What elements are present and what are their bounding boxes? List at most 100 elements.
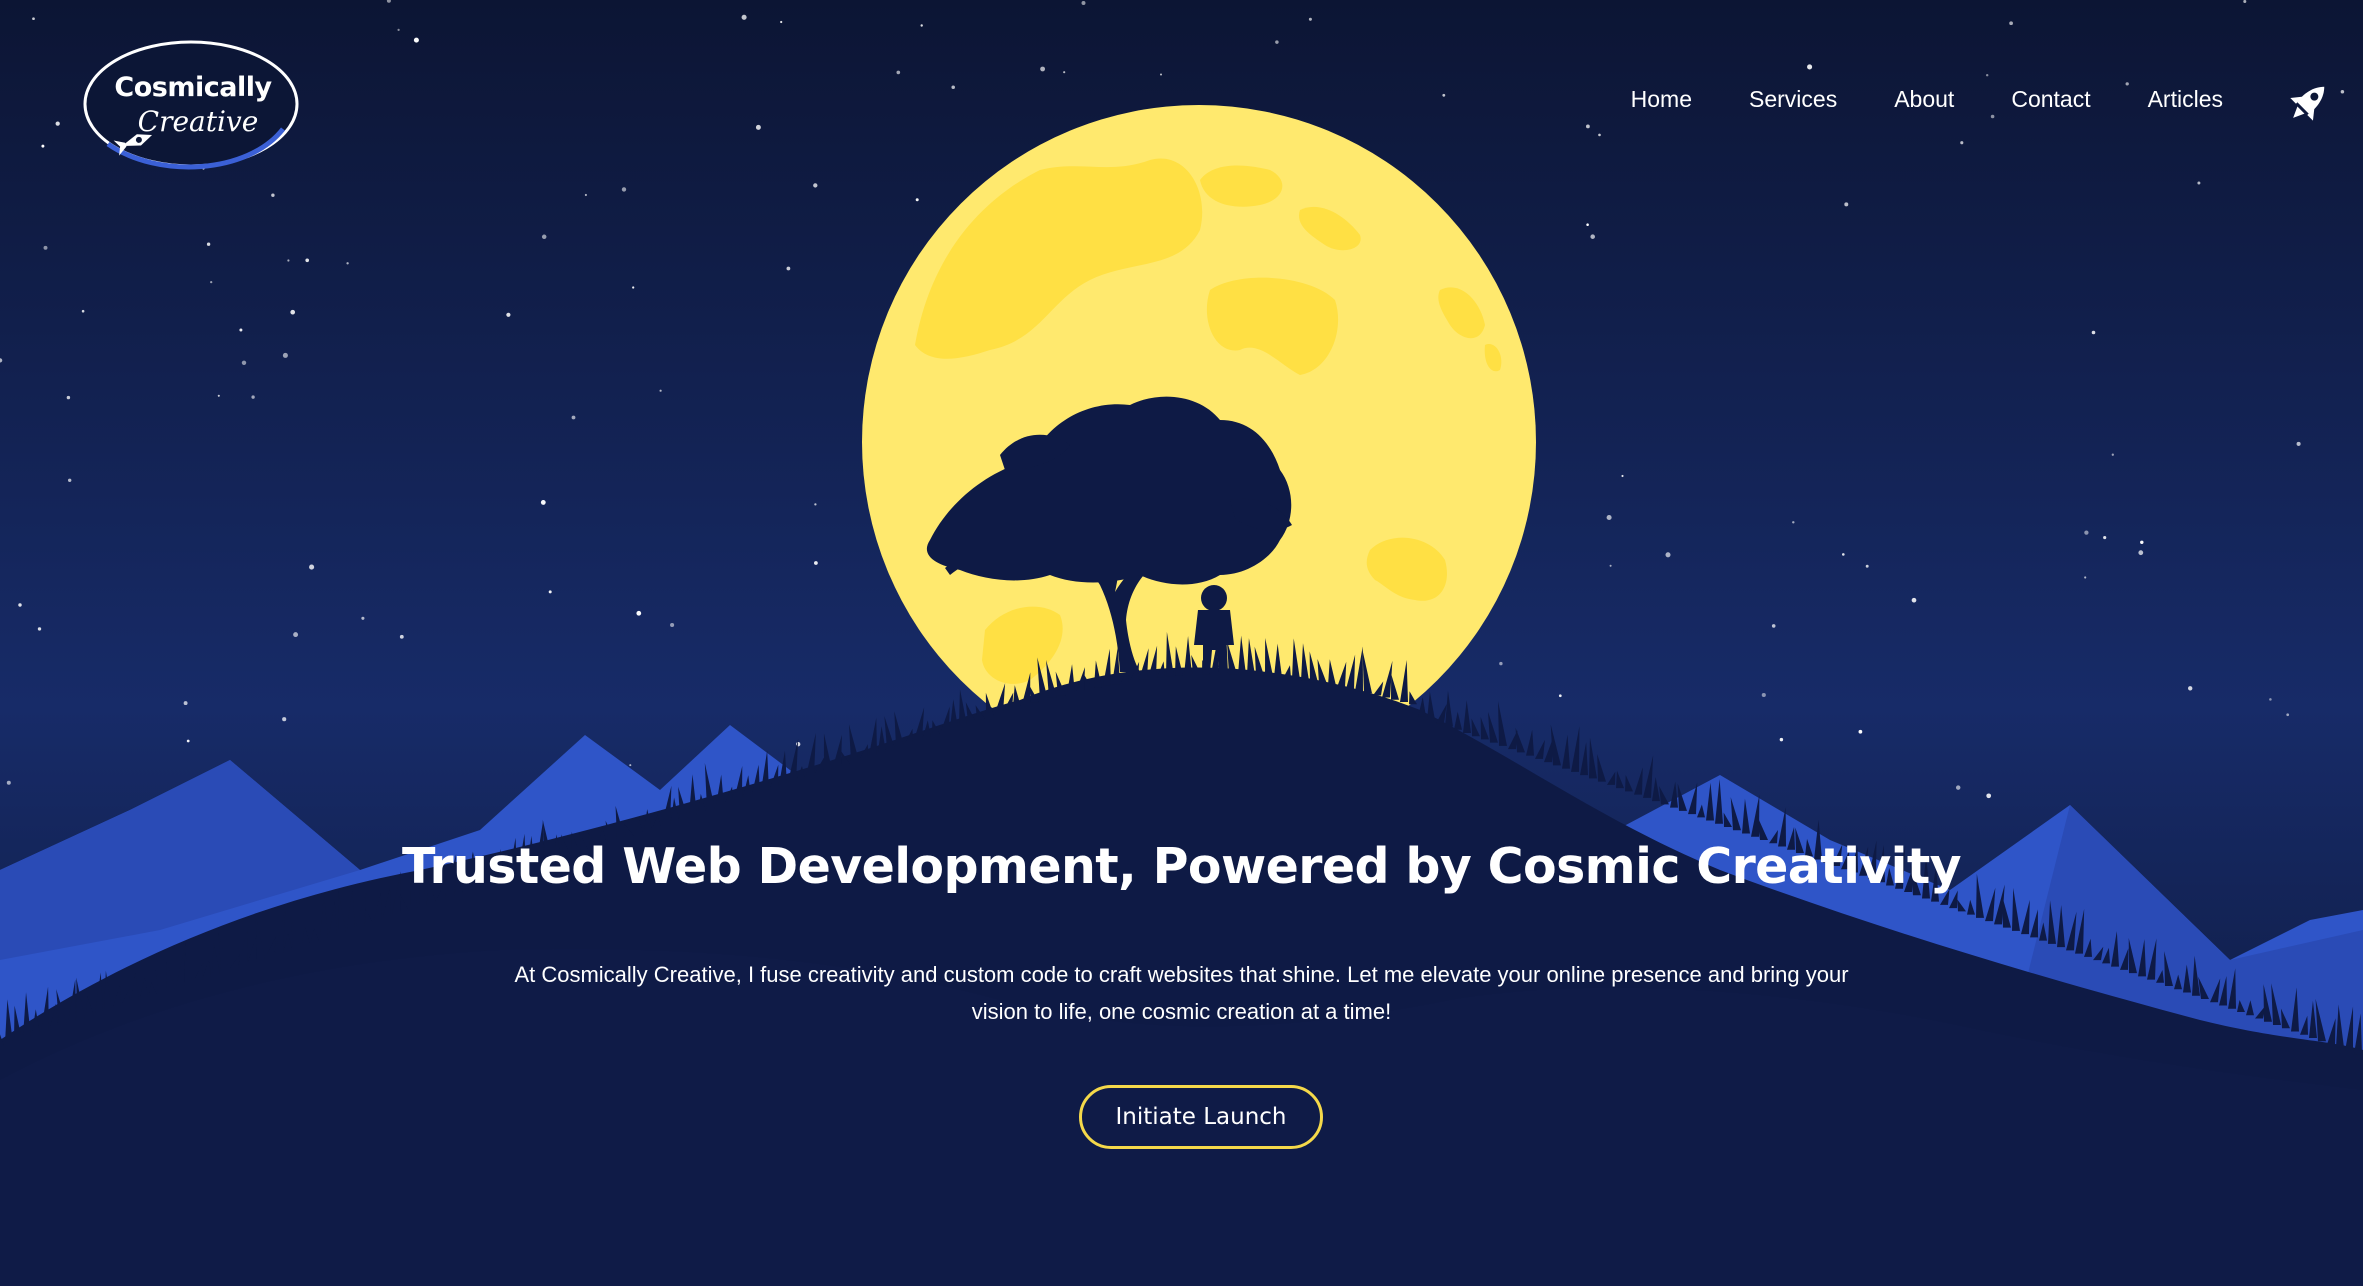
star bbox=[1858, 729, 1863, 734]
star bbox=[1499, 661, 1503, 666]
star bbox=[1442, 93, 1446, 97]
star bbox=[2340, 89, 2345, 94]
star bbox=[2140, 540, 2144, 545]
star bbox=[741, 14, 747, 20]
nav-services[interactable]: Services bbox=[1749, 86, 1837, 114]
star bbox=[780, 20, 783, 24]
star bbox=[37, 627, 42, 631]
star bbox=[251, 395, 255, 399]
nav-about[interactable]: About bbox=[1894, 86, 1954, 114]
main-nav: Home Services About Contact Articles bbox=[1574, 86, 2223, 114]
star bbox=[1586, 124, 1590, 129]
star bbox=[361, 616, 365, 620]
star bbox=[1590, 234, 1595, 239]
nav-contact[interactable]: Contact bbox=[2011, 86, 2090, 114]
star bbox=[186, 739, 190, 743]
logo-subtitle: Creative bbox=[137, 105, 259, 138]
star bbox=[2269, 698, 2272, 701]
star bbox=[210, 280, 213, 284]
star bbox=[293, 632, 299, 638]
star bbox=[1865, 564, 1869, 568]
star bbox=[1986, 793, 1992, 799]
logo-wordmark: Cosmically bbox=[114, 72, 272, 103]
star bbox=[896, 70, 901, 75]
star bbox=[1792, 521, 1795, 524]
star bbox=[346, 262, 349, 265]
star bbox=[2103, 536, 2107, 540]
star bbox=[548, 590, 552, 594]
star bbox=[755, 124, 761, 130]
star bbox=[282, 717, 287, 722]
star bbox=[305, 258, 310, 263]
star bbox=[814, 503, 817, 506]
star bbox=[6, 780, 11, 785]
rocket-icon[interactable] bbox=[2283, 78, 2333, 128]
star bbox=[2296, 441, 2301, 446]
star bbox=[659, 389, 662, 392]
star bbox=[290, 309, 296, 315]
star bbox=[670, 622, 675, 628]
star bbox=[584, 193, 587, 197]
star bbox=[413, 37, 419, 43]
star bbox=[1586, 223, 1589, 226]
star bbox=[239, 328, 243, 332]
star bbox=[41, 144, 45, 148]
star bbox=[2243, 0, 2247, 4]
star bbox=[282, 352, 288, 358]
star bbox=[1841, 553, 1845, 556]
star bbox=[621, 187, 627, 192]
star bbox=[66, 395, 71, 400]
star bbox=[241, 360, 247, 366]
star bbox=[183, 701, 188, 706]
star bbox=[571, 415, 576, 420]
star bbox=[309, 564, 315, 570]
initiate-launch-button[interactable]: Initiate Launch bbox=[1079, 1085, 1323, 1149]
star bbox=[786, 266, 791, 271]
site-logo[interactable]: Cosmically Creative bbox=[78, 34, 304, 178]
star bbox=[540, 499, 546, 505]
star bbox=[1609, 564, 1612, 567]
star bbox=[1160, 73, 1162, 76]
star bbox=[271, 193, 275, 197]
star bbox=[1779, 737, 1784, 742]
star bbox=[1081, 1, 1086, 5]
star bbox=[1807, 64, 1813, 70]
star bbox=[81, 309, 85, 313]
star bbox=[1911, 597, 1917, 603]
star bbox=[18, 603, 22, 607]
star bbox=[2084, 530, 2089, 535]
star bbox=[629, 764, 632, 767]
star bbox=[1040, 66, 1046, 72]
star bbox=[1761, 692, 1766, 698]
star bbox=[43, 245, 48, 250]
page: Cosmically Creative Home Services About … bbox=[0, 0, 2363, 1286]
nav-home[interactable]: Home bbox=[1631, 86, 1692, 114]
star bbox=[2188, 686, 2193, 691]
star bbox=[1665, 552, 1671, 558]
star bbox=[951, 85, 955, 89]
star bbox=[1621, 474, 1624, 478]
star bbox=[1844, 202, 1849, 207]
star bbox=[2197, 181, 2201, 185]
star bbox=[1063, 71, 1066, 74]
nav-articles[interactable]: Articles bbox=[2148, 86, 2223, 114]
star bbox=[915, 198, 919, 202]
star bbox=[206, 242, 211, 246]
star bbox=[1771, 624, 1776, 628]
star bbox=[1275, 40, 1279, 44]
star bbox=[2091, 330, 2096, 335]
star bbox=[1990, 114, 1995, 119]
star bbox=[2138, 550, 2144, 556]
star bbox=[632, 286, 635, 289]
star bbox=[1308, 17, 1312, 21]
star bbox=[1955, 785, 1961, 790]
star bbox=[814, 561, 818, 565]
star bbox=[506, 312, 511, 317]
star bbox=[287, 259, 290, 262]
star bbox=[1558, 694, 1562, 698]
star bbox=[32, 17, 35, 21]
hero-description: At Cosmically Creative, I fuse creativit… bbox=[514, 962, 1849, 1024]
star bbox=[1960, 141, 1964, 145]
hero-title: Trusted Web Development, Powered by Cosm… bbox=[402, 838, 1962, 895]
star bbox=[636, 610, 642, 616]
